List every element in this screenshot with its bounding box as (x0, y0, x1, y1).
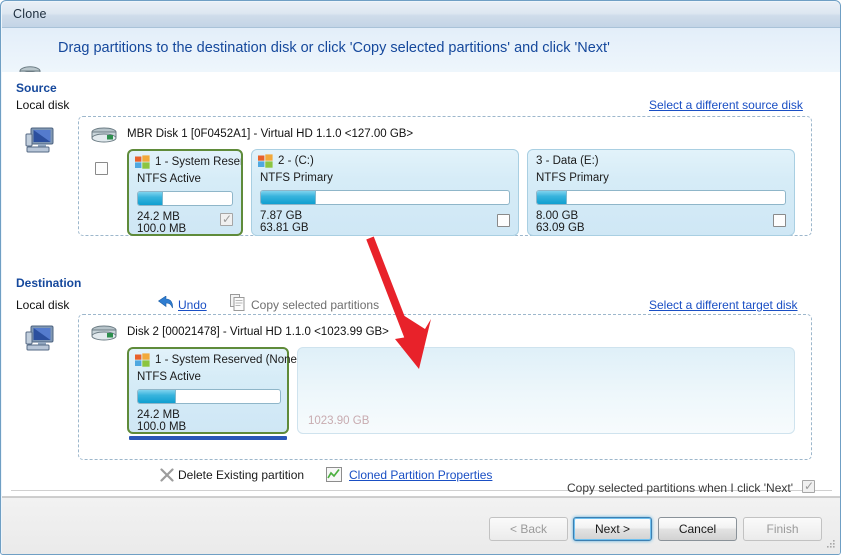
undo-arrow-icon[interactable] (157, 296, 174, 311)
source-partition-3[interactable]: 3 - Data (E:) NTFS Primary 8.00 GB 63.09… (527, 149, 795, 236)
destination-section-label: Destination (16, 276, 81, 290)
partition-usage-bar (260, 190, 510, 205)
partition-used: 7.87 GB (260, 210, 302, 222)
partition-usage-fill (261, 191, 316, 204)
destination-partition-1[interactable]: 1 - System Reserved (None) NTFS Active 2… (127, 347, 289, 434)
partition-total: 63.81 GB (260, 222, 309, 234)
check-mark-icon: ✓ (804, 480, 814, 493)
chart-properties-icon (326, 467, 342, 482)
source-disk-title: MBR Disk 1 [0F0452A1] - Virtual HD 1.1.0… (127, 128, 413, 140)
undo-link[interactable]: Undo (178, 298, 207, 312)
destination-sub-label: Local disk (16, 298, 69, 312)
window-title: Clone (13, 7, 47, 21)
copy-on-next-label: Copy selected partitions when I click 'N… (567, 481, 793, 495)
hard-disk-icon (90, 325, 118, 343)
source-section-label: Source (16, 81, 57, 95)
partition-checkbox[interactable]: ✓ (220, 213, 233, 226)
partition-usage-fill (138, 192, 163, 205)
source-sub-label: Local disk (16, 98, 69, 112)
partition-usage-bar (137, 191, 233, 206)
partition-used: 24.2 MB (137, 409, 180, 421)
destination-disk-title: Disk 2 [00021478] - Virtual HD 1.1.0 <10… (127, 326, 389, 338)
check-mark-icon: ✓ (222, 213, 232, 226)
partition-name: 1 - System Reserv (155, 156, 241, 168)
main-body: Source Local disk Select a different sou… (2, 72, 841, 496)
partition-fs: NTFS Active (137, 173, 201, 185)
computer-icon (24, 126, 56, 154)
footer-bar: < Back Next > Cancel Finish (2, 496, 841, 555)
partition-checkbox[interactable] (773, 214, 786, 227)
partition-checkbox[interactable] (497, 214, 510, 227)
partition-usage-bar (536, 190, 786, 205)
partition-name: 2 - (C:) (278, 155, 314, 167)
resize-grip-icon[interactable] (824, 539, 836, 551)
partition-usage-fill (138, 390, 176, 403)
x-delete-icon (160, 468, 174, 482)
banner-heading: Drag partitions to the destination disk … (58, 40, 610, 56)
computer-icon (24, 324, 56, 352)
windows-logo-icon (135, 155, 150, 169)
partition-usage-bar (137, 389, 281, 404)
source-partition-1[interactable]: 1 - System Reserv NTFS Active 24.2 MB 10… (127, 149, 243, 236)
cancel-button[interactable]: Cancel (658, 517, 737, 541)
banner: Drag partitions to the destination disk … (2, 28, 841, 73)
windows-logo-icon (258, 154, 273, 168)
partition-used: 8.00 GB (536, 210, 578, 222)
destination-disk-panel: Disk 2 [00021478] - Virtual HD 1.1.0 <10… (78, 314, 812, 460)
title-bar: Clone (2, 2, 841, 28)
finish-button[interactable]: Finish (743, 517, 822, 541)
source-disk-panel: MBR Disk 1 [0F0452A1] - Virtual HD 1.1.0… (78, 116, 812, 236)
select-different-target-disk-link[interactable]: Select a different target disk (649, 298, 798, 312)
partition-total: 63.09 GB (536, 222, 585, 234)
copy-pages-icon (230, 294, 245, 311)
destination-partition-selected-underline (129, 436, 287, 440)
source-disk-row-checkbox[interactable] (95, 162, 108, 175)
cloned-partition-properties-link[interactable]: Cloned Partition Properties (349, 468, 492, 482)
partition-fs: NTFS Primary (260, 172, 333, 184)
partition-used: 24.2 MB (137, 211, 180, 223)
free-space-label: 1023.90 GB (308, 415, 369, 427)
partition-name: 3 - Data (E:) (536, 155, 599, 167)
copy-on-next-checkbox[interactable]: ✓ (802, 480, 815, 493)
partition-usage-fill (537, 191, 567, 204)
partition-fs: NTFS Active (137, 371, 201, 383)
partition-total: 100.0 MB (137, 421, 186, 433)
next-button[interactable]: Next > (573, 517, 652, 541)
windows-logo-icon (135, 353, 150, 367)
partition-fs: NTFS Primary (536, 172, 609, 184)
hard-disk-icon (90, 127, 118, 145)
partition-total: 100.0 MB (137, 223, 186, 235)
clone-window: Clone Drag partitions to the destination… (0, 0, 841, 555)
delete-existing-partition-label[interactable]: Delete Existing partition (178, 468, 304, 482)
source-partition-2[interactable]: 2 - (C:) NTFS Primary 7.87 GB 63.81 GB (251, 149, 519, 236)
destination-free-space[interactable]: 1023.90 GB (297, 347, 795, 434)
back-button[interactable]: < Back (489, 517, 568, 541)
select-different-source-disk-link[interactable]: Select a different source disk (649, 98, 803, 112)
partition-name: 1 - System Reserved (None) (155, 354, 301, 366)
copy-selected-partitions-label[interactable]: Copy selected partitions (251, 298, 379, 312)
